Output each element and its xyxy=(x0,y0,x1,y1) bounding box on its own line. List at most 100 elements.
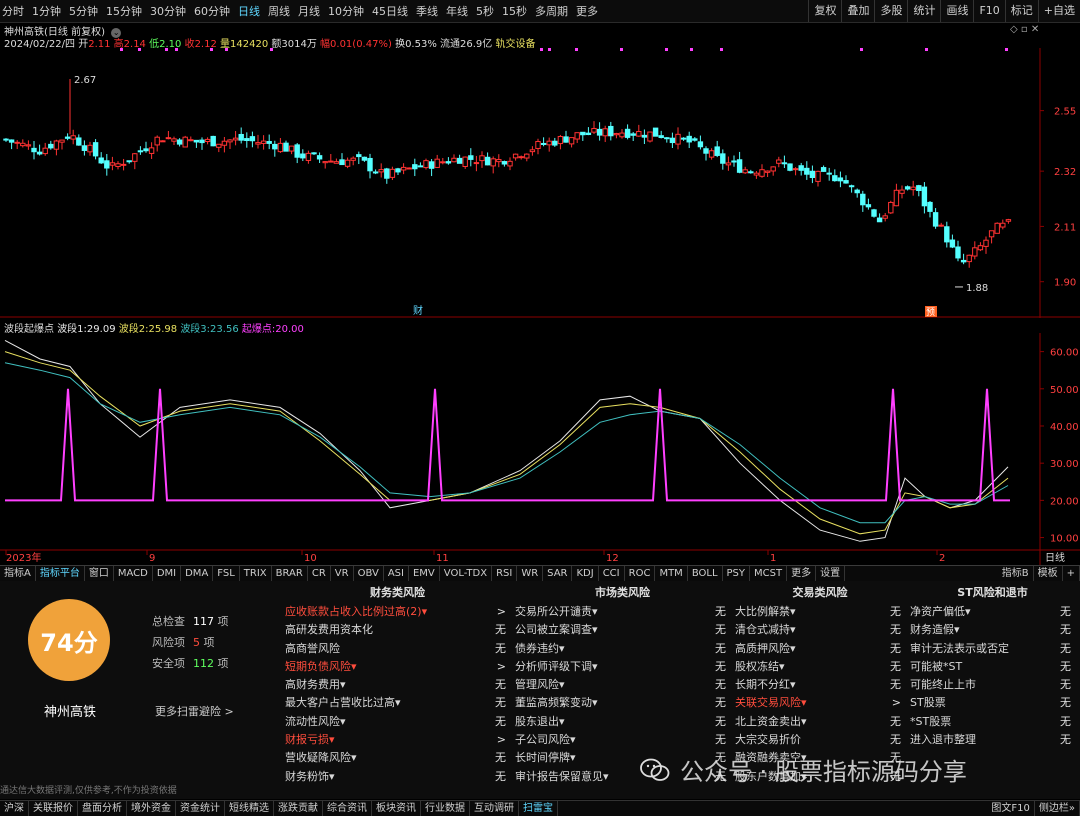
risk-row[interactable]: 交易所公开谴责▾ 无 xyxy=(515,603,730,621)
bottom-tab[interactable]: 境外资金 xyxy=(127,801,176,816)
period-tab[interactable]: 60分钟 xyxy=(194,3,230,19)
toolbar-button[interactable]: 标记 xyxy=(1004,0,1038,22)
indicator-tab[interactable]: PSY xyxy=(723,566,751,581)
indicator-tab[interactable]: 更多 xyxy=(787,566,817,581)
indicator-chart[interactable]: 60.0050.0040.0030.0020.0010.002023年 9 10 11… xyxy=(0,333,1080,565)
forecast-marker[interactable]: 预 xyxy=(926,307,935,318)
risk-row[interactable]: 大宗交易折价 无 xyxy=(735,731,905,749)
bottom-tab[interactable]: 互动调研 xyxy=(470,801,519,816)
bottom-tab[interactable]: 资金统计 xyxy=(176,801,225,816)
period-tab[interactable]: 年线 xyxy=(446,3,468,19)
risk-row[interactable]: 债券违约▾ 无 xyxy=(515,640,730,658)
risk-row[interactable]: 高商誉风险 无 xyxy=(285,640,510,658)
indicator-tab[interactable]: ASI xyxy=(384,566,409,581)
indicator-tab[interactable]: MACD xyxy=(114,566,153,581)
bottom-tab[interactable]: 沪深 xyxy=(0,801,29,816)
risk-row[interactable]: 营收疑降风险▾ 无 xyxy=(285,749,510,767)
indicator-tab[interactable]: BOLL xyxy=(688,566,723,581)
risk-row[interactable]: 流动性风险▾ 无 xyxy=(285,713,510,731)
bottom-tab[interactable]: 盘面分析 xyxy=(78,801,127,816)
toolbar-button[interactable]: +自选 xyxy=(1037,0,1080,22)
risk-row[interactable]: 高财务费用▾ 无 xyxy=(285,676,510,694)
bottom-tab[interactable]: 板块资讯 xyxy=(372,801,421,816)
indicator-tab[interactable]: 指标A xyxy=(0,566,36,581)
risk-row[interactable]: 高质押风险▾ 无 xyxy=(735,640,905,658)
risk-row[interactable]: 股东退出▾ 无 xyxy=(515,713,730,731)
risk-row[interactable]: 高研发费用资本化 无 xyxy=(285,621,510,639)
period-tab[interactable]: 30分钟 xyxy=(150,3,186,19)
risk-row[interactable]: 子公司风险▾ 无 xyxy=(515,731,730,749)
toolbar-button[interactable]: 统计 xyxy=(907,0,940,22)
risk-row[interactable]: 财报亏损▾ > xyxy=(285,731,510,749)
bottom-right-button[interactable]: 侧边栏» xyxy=(1035,801,1080,816)
risk-row[interactable]: 进入退市整理 无 xyxy=(910,731,1075,749)
risk-row[interactable]: 清仓式减持▾ 无 xyxy=(735,621,905,639)
tab-right-button[interactable]: 指标B xyxy=(998,566,1034,581)
risk-row[interactable]: 可能终止上市 无 xyxy=(910,676,1075,694)
risk-row[interactable]: 分析师评级下调▾ 无 xyxy=(515,658,730,676)
tab-right-button[interactable]: + xyxy=(1063,566,1080,581)
toolbar-button[interactable]: F10 xyxy=(973,0,1004,22)
period-tab[interactable]: 5秒 xyxy=(476,3,494,19)
toolbar-button[interactable]: 复权 xyxy=(808,0,841,22)
risk-row[interactable]: 股权冻结▾ 无 xyxy=(735,658,905,676)
indicator-tab[interactable]: 指标平台 xyxy=(36,566,85,581)
indicator-tab[interactable]: OBV xyxy=(354,566,384,581)
indicator-tab[interactable]: VOL-TDX xyxy=(440,566,493,581)
toolbar-button[interactable]: 画线 xyxy=(940,0,973,22)
period-tab[interactable]: 10分钟 xyxy=(328,3,364,19)
tab-right-button[interactable]: 模板 xyxy=(1034,566,1063,581)
risk-row[interactable]: 公司被立案调查▾ 无 xyxy=(515,621,730,639)
bottom-tab[interactable]: 扫雷宝 xyxy=(519,801,558,816)
indicator-tab[interactable]: TRIX xyxy=(240,566,272,581)
risk-row[interactable]: 财务造假▾ 无 xyxy=(910,621,1075,639)
indicator-tab[interactable]: MTM xyxy=(655,566,688,581)
period-tab[interactable]: 周线 xyxy=(268,3,290,19)
risk-row[interactable]: ST股票 无 xyxy=(910,694,1075,712)
period-tab[interactable]: 分时 xyxy=(2,3,24,19)
period-tab[interactable]: 15秒 xyxy=(502,3,527,19)
period-tab[interactable]: 5分钟 xyxy=(69,3,98,19)
indicator-tab[interactable]: RSI xyxy=(492,566,518,581)
indicator-tab[interactable]: DMI xyxy=(153,566,182,581)
bottom-tab[interactable]: 行业数据 xyxy=(421,801,470,816)
period-tab[interactable]: 月线 xyxy=(298,3,320,19)
indicator-tab[interactable]: VR xyxy=(331,566,354,581)
period-tab[interactable]: 1分钟 xyxy=(32,3,61,19)
indicator-tab[interactable]: 设置 xyxy=(816,566,846,581)
kline-chart[interactable]: 2.55 2.32 2.11 1.90 2.67 1.88 财 预 xyxy=(0,48,1080,318)
bottom-tab[interactable]: 短线精选 xyxy=(225,801,274,816)
panel-controls[interactable]: ◇ ▫ ✕ xyxy=(1010,24,1039,35)
indicator-tab[interactable]: EMV xyxy=(409,566,440,581)
indicator-tab[interactable]: 窗口 xyxy=(85,566,114,581)
finance-marker[interactable]: 财 xyxy=(413,304,423,317)
period-tab[interactable]: 日线 xyxy=(238,3,260,19)
indicator-tab[interactable]: SAR xyxy=(543,566,573,581)
risk-row[interactable]: 应收账款占收入比例过高(2)▾ > xyxy=(285,603,510,621)
risk-row[interactable]: 最大客户占营收比过高▾ 无 xyxy=(285,694,510,712)
risk-row[interactable]: 长期不分红▾ 无 xyxy=(735,676,905,694)
indicator-tab[interactable]: ROC xyxy=(625,566,656,581)
risk-row[interactable]: 北上资金卖出▾ 无 xyxy=(735,713,905,731)
risk-row[interactable]: 大比例解禁▾ 无 xyxy=(735,603,905,621)
risk-row[interactable]: 审计无法表示或否定 无 xyxy=(910,640,1075,658)
risk-row[interactable]: *ST股票 无 xyxy=(910,713,1075,731)
risk-row[interactable]: 短期负债风险▾ > xyxy=(285,658,510,676)
indicator-tab[interactable]: FSL xyxy=(213,566,240,581)
indicator-tab[interactable]: BRAR xyxy=(272,566,308,581)
risk-row[interactable]: 净资产偏低▾ 无 xyxy=(910,603,1075,621)
risk-row[interactable]: 董监高频繁变动▾ 无 xyxy=(515,694,730,712)
toolbar-button[interactable]: 叠加 xyxy=(841,0,874,22)
bottom-right-button[interactable]: 图文F10 xyxy=(987,801,1035,816)
risk-row[interactable]: 管理风险▾ 无 xyxy=(515,676,730,694)
indicator-tab[interactable]: MCST xyxy=(750,566,788,581)
more-scan-link[interactable]: 更多扫雷避险 > xyxy=(155,703,234,719)
indicator-tab[interactable]: CR xyxy=(308,566,331,581)
bottom-tab[interactable]: 涨跌贡献 xyxy=(274,801,323,816)
period-tab[interactable]: 季线 xyxy=(416,3,438,19)
period-tab[interactable]: 45日线 xyxy=(372,3,408,19)
bottom-tab[interactable]: 综合资讯 xyxy=(323,801,372,816)
risk-row[interactable]: 财务粉饰▾ 无 xyxy=(285,768,510,786)
period-tab[interactable]: 多周期 xyxy=(535,3,568,19)
risk-row[interactable]: 可能被*ST 无 xyxy=(910,658,1075,676)
